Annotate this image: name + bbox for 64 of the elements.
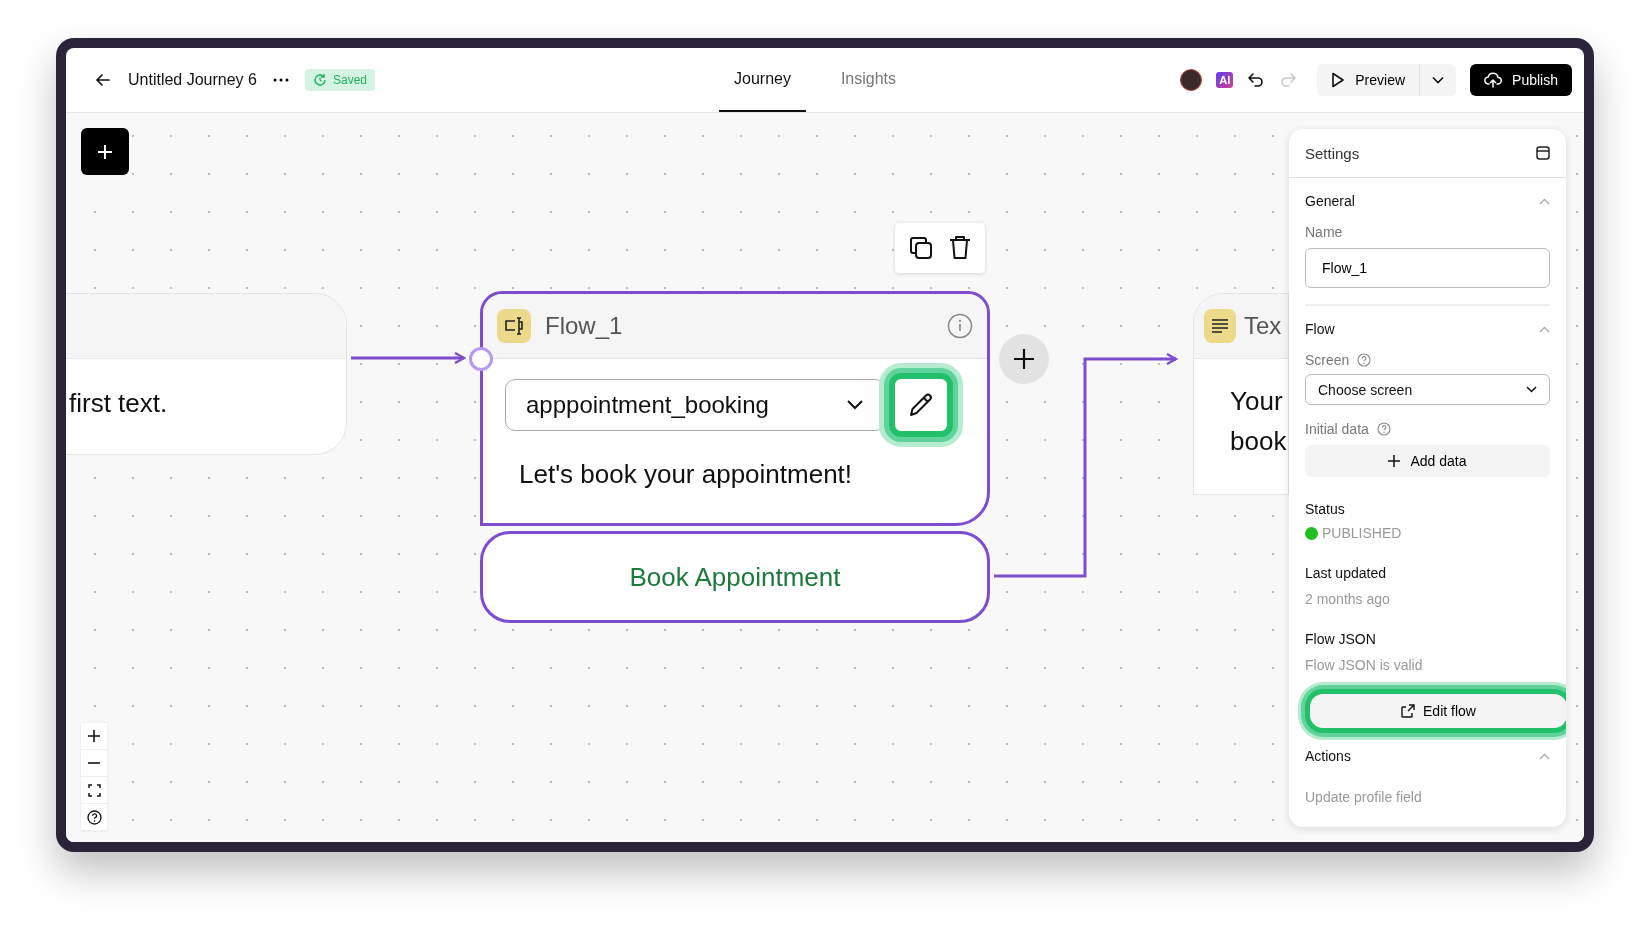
field-label: Flow JSON <box>1305 631 1376 647</box>
plus-icon <box>1388 455 1401 467</box>
flow-node[interactable]: Flow_1 apppointment_booking Let's book your appointment! <box>480 291 990 526</box>
ai-badge[interactable]: AI <box>1216 72 1234 88</box>
journey-title: Untitled Journey 6 <box>128 71 257 89</box>
field-label: Last updated <box>1305 565 1386 581</box>
play-icon <box>1331 72 1346 88</box>
plus-icon <box>1013 348 1035 370</box>
text-node[interactable]: first text. <box>66 293 347 455</box>
quick-reply-button[interactable]: Book Appointment <box>480 531 990 623</box>
node-message: Let's book your appointment! <box>519 459 854 490</box>
add-node-button[interactable] <box>81 128 129 175</box>
chevron-down-icon <box>1432 76 1445 84</box>
add-step-button[interactable] <box>999 334 1049 384</box>
saved-badge: Saved <box>304 69 375 91</box>
fit-view-button[interactable] <box>81 777 107 804</box>
field-label: Screen <box>1305 352 1350 368</box>
external-link-icon <box>1401 704 1416 718</box>
status-text: PUBLISHED <box>1322 525 1402 541</box>
node-text: first text. <box>69 388 168 419</box>
json-status-text: Flow JSON is valid <box>1305 657 1423 673</box>
chevron-down-icon <box>1526 386 1537 393</box>
node-text: book <box>1230 425 1287 457</box>
node-text: Your <box>1230 385 1283 417</box>
plus-icon <box>96 142 114 161</box>
field-label: Name <box>1305 224 1343 240</box>
pencil-icon <box>907 391 935 419</box>
help-icon[interactable] <box>1357 353 1372 367</box>
section-header[interactable]: Actions <box>1305 733 1550 779</box>
screen-select[interactable]: Choose screen <box>1305 374 1550 405</box>
clock-icon <box>312 73 327 87</box>
cloud-upload-icon <box>1484 72 1503 88</box>
flow-glyph-icon <box>503 317 525 335</box>
zoom-out-button[interactable] <box>81 750 107 777</box>
fit-view-icon <box>87 783 101 797</box>
trash-icon[interactable] <box>948 235 972 261</box>
plus-icon <box>87 729 101 743</box>
copy-icon[interactable] <box>908 235 934 261</box>
help-icon[interactable] <box>1376 422 1391 436</box>
more-icon[interactable] <box>272 78 289 82</box>
lines-icon <box>1211 319 1229 333</box>
node-title: Flow_1 <box>545 312 624 340</box>
help-icon <box>86 809 102 825</box>
field-label: Initial data <box>1305 421 1369 437</box>
add-data-button[interactable]: Add data <box>1305 445 1550 477</box>
tab[interactable]: Insights <box>825 48 912 112</box>
section-header[interactable]: Flow <box>1305 306 1550 352</box>
panel-title: Settings <box>1305 144 1360 162</box>
node-title: Tex <box>1244 312 1282 340</box>
field-label: Status <box>1305 501 1345 517</box>
info-icon[interactable] <box>947 313 973 339</box>
back-arrow-icon[interactable] <box>94 71 112 89</box>
last-updated-text: 2 months ago <box>1305 591 1390 607</box>
panel-layout-icon[interactable] <box>1536 146 1550 160</box>
name-input[interactable]: Flow_1 <box>1305 248 1550 288</box>
undo-icon[interactable] <box>1247 72 1266 88</box>
chevron-down-icon <box>846 399 864 411</box>
help-button[interactable] <box>81 804 107 831</box>
section-header[interactable]: General <box>1305 178 1550 224</box>
connection-handle[interactable] <box>469 347 493 371</box>
avatar[interactable] <box>1180 69 1203 91</box>
zoom-in-button[interactable] <box>81 723 107 750</box>
publish-button[interactable]: Publish <box>1470 64 1572 96</box>
text-node[interactable]: Tex Your book <box>1193 293 1289 495</box>
